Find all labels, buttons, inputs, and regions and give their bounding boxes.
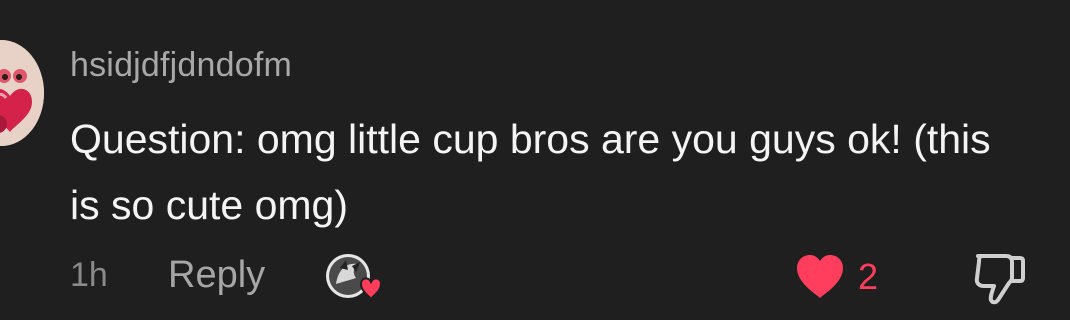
reply-button[interactable]: Reply bbox=[168, 254, 265, 297]
comment-item: hsidjdfjdndofm Question: omg little cup … bbox=[0, 0, 1070, 320]
like-count: 2 bbox=[858, 256, 879, 297]
comment-text: Question: omg little cup bros are you gu… bbox=[70, 116, 991, 228]
comment-username[interactable]: hsidjdfjdndofm bbox=[70, 46, 292, 85]
dislike-button[interactable] bbox=[972, 248, 1026, 306]
like-button[interactable] bbox=[794, 253, 846, 301]
comment-timestamp: 1h bbox=[70, 256, 108, 294]
heart-icon bbox=[797, 255, 843, 298]
avatar[interactable] bbox=[0, 40, 44, 146]
creator-liked-heart-icon bbox=[322, 250, 386, 306]
thumbs-down-icon bbox=[974, 254, 1025, 305]
